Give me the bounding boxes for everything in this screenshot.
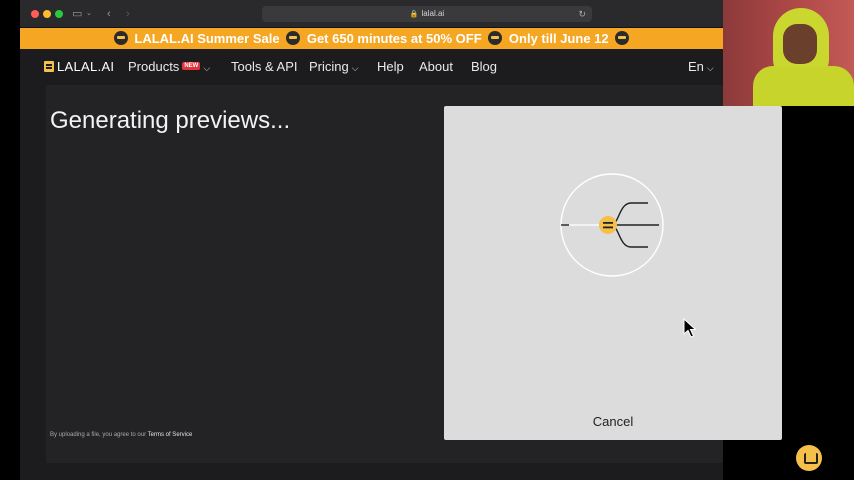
chevron-left-icon[interactable]: ‹: [107, 6, 111, 22]
mouse-cursor-icon: [683, 318, 697, 338]
nav-pricing-label: Pricing: [309, 59, 349, 74]
chevron-right-icon[interactable]: ›: [126, 6, 130, 22]
lalal-logo-icon: [44, 61, 54, 72]
chevron-down-icon: ⌵: [351, 63, 359, 73]
sunglasses-emoji-icon: [488, 31, 503, 45]
nav-products[interactable]: Products NEW ⌵: [128, 59, 210, 74]
processing-modal: Cancel: [444, 106, 782, 440]
maximize-window-icon[interactable]: [55, 10, 63, 18]
site-logo[interactable]: LALAL.AI: [44, 59, 114, 74]
nav-about[interactable]: About: [419, 59, 453, 74]
lock-icon: 🔒: [409, 11, 419, 18]
sunglasses-emoji-icon: [286, 31, 301, 45]
chat-icon[interactable]: [796, 445, 822, 471]
chevron-down-icon: ⌵: [203, 63, 211, 73]
chevron-down-icon: ⌵: [706, 63, 714, 73]
sunglasses-emoji-icon: [615, 31, 630, 45]
banner-segment: LALAL.AI Summer Sale: [134, 31, 280, 46]
sidebar-toggle-icon[interactable]: ▭: [72, 6, 82, 22]
language-selector[interactable]: En ⌵: [688, 59, 714, 74]
new-badge: NEW: [182, 62, 201, 70]
terms-notice: By uploading a file, you agree to our Te…: [50, 432, 192, 438]
desktop-background: [782, 106, 854, 480]
nav-tools-api[interactable]: Tools & API: [231, 59, 297, 74]
webcam-overlay: [723, 0, 854, 106]
nav-blog[interactable]: Blog: [471, 59, 497, 74]
webcam-face: [783, 24, 817, 64]
page-title: Generating previews...: [50, 107, 291, 134]
terms-of-service-link[interactable]: Terms of Service: [148, 432, 193, 438]
sale-banner[interactable]: LALAL.AI Summer Sale Get 650 minutes at …: [20, 28, 723, 49]
logo-text: LALAL.AI: [57, 59, 115, 74]
webcam-hoodie: [753, 66, 854, 106]
nav-pricing[interactable]: Pricing ⌵: [309, 59, 359, 74]
chevron-down-icon[interactable]: ⌄: [86, 6, 92, 22]
cancel-button[interactable]: Cancel: [444, 414, 782, 429]
banner-segment: Only till June 12: [508, 31, 609, 46]
url-text: lalal.ai: [421, 9, 445, 18]
close-window-icon[interactable]: [31, 10, 39, 18]
splitting-animation-icon: [560, 173, 664, 277]
sunglasses-emoji-icon: [113, 31, 128, 45]
minimize-window-icon[interactable]: [43, 10, 51, 18]
banner-segment: Get 650 minutes at 50% OFF: [306, 31, 482, 46]
nav-products-label: Products: [128, 59, 180, 74]
reload-icon[interactable]: ↻: [578, 6, 586, 22]
address-bar[interactable]: 🔒 lalal.ai ↻: [262, 6, 592, 22]
language-label: En: [688, 59, 704, 74]
top-nav: LALAL.AI Products NEW ⌵ Tools & API Pricin…: [20, 49, 723, 85]
nav-help[interactable]: Help: [377, 59, 404, 74]
terms-prefix: By uploading a file, you agree to our: [50, 432, 147, 438]
browser-toolbar: ▭ ⌄ ‹ › 🔒 lalal.ai ↻: [20, 0, 723, 28]
